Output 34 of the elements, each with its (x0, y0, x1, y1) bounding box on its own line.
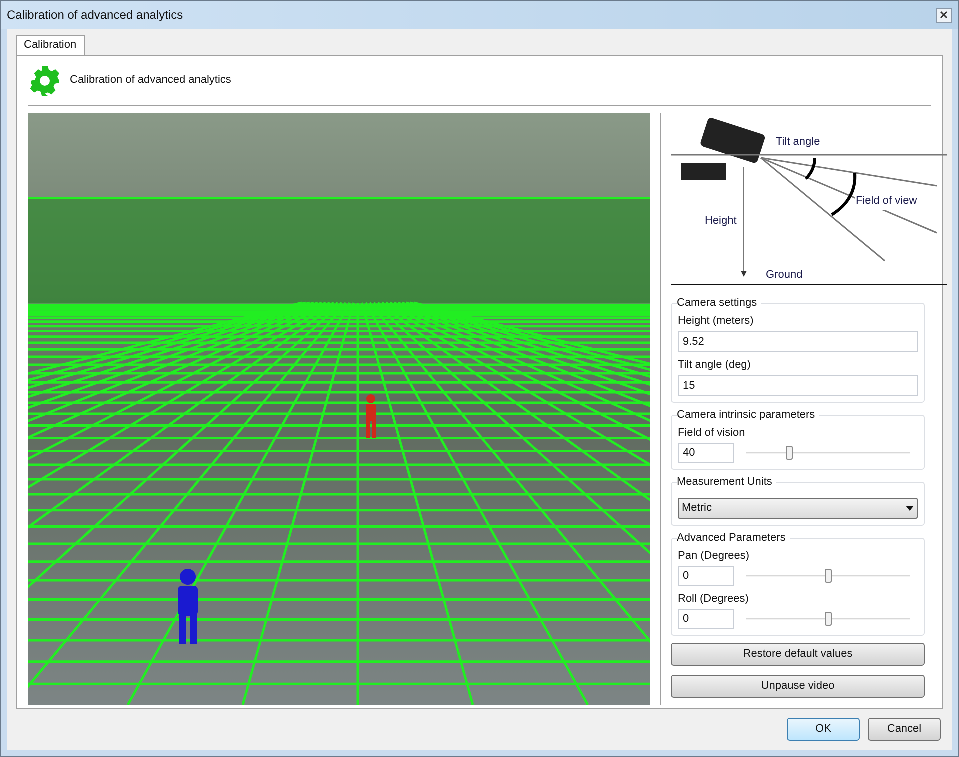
field-label: Field of vision (678, 426, 746, 440)
field-label: Tilt angle (deg) (678, 358, 752, 372)
field-label: Height (meters) (678, 314, 755, 328)
number-field[interactable]: 40 (678, 443, 734, 463)
window-title: Calibration of advanced analytics (7, 7, 184, 24)
slider-track[interactable] (746, 609, 910, 629)
slider-thumb[interactable] (786, 446, 793, 460)
dropdown-arrow-icon (906, 506, 914, 511)
diagram-label: Field of view (855, 193, 918, 210)
dialog-button[interactable]: OK (787, 718, 860, 741)
slider-track[interactable] (746, 566, 910, 586)
action-button[interactable]: Restore default values (671, 643, 925, 666)
tab[interactable]: Calibration (16, 35, 85, 55)
field-label: Roll (Degrees) (678, 592, 750, 606)
diagram-label: Height (705, 214, 737, 229)
gear-icon (29, 64, 61, 96)
close-icon (940, 11, 948, 19)
dialog-button[interactable]: Cancel (868, 718, 941, 741)
action-button[interactable]: Unpause video (671, 675, 925, 698)
slider-thumb[interactable] (825, 612, 832, 626)
number-field[interactable]: 0 (678, 609, 734, 629)
text-field[interactable]: 9.52 (678, 331, 918, 352)
diagram-label: Tilt angle (776, 135, 820, 150)
text-field[interactable]: 15 (678, 375, 918, 396)
diagram-label: Ground (766, 268, 803, 283)
field-label: Pan (Degrees) (678, 549, 751, 563)
slider-track[interactable] (746, 443, 910, 463)
slider-thumb[interactable] (825, 569, 832, 583)
header-title: Calibration of advanced analytics (70, 73, 232, 88)
group-title: Camera intrinsic parameters (677, 408, 820, 422)
group-title: Camera settings (677, 296, 762, 310)
number-field[interactable]: 0 (678, 566, 734, 586)
units-dropdown[interactable]: Metric (678, 498, 918, 519)
close-button[interactable] (936, 8, 952, 22)
